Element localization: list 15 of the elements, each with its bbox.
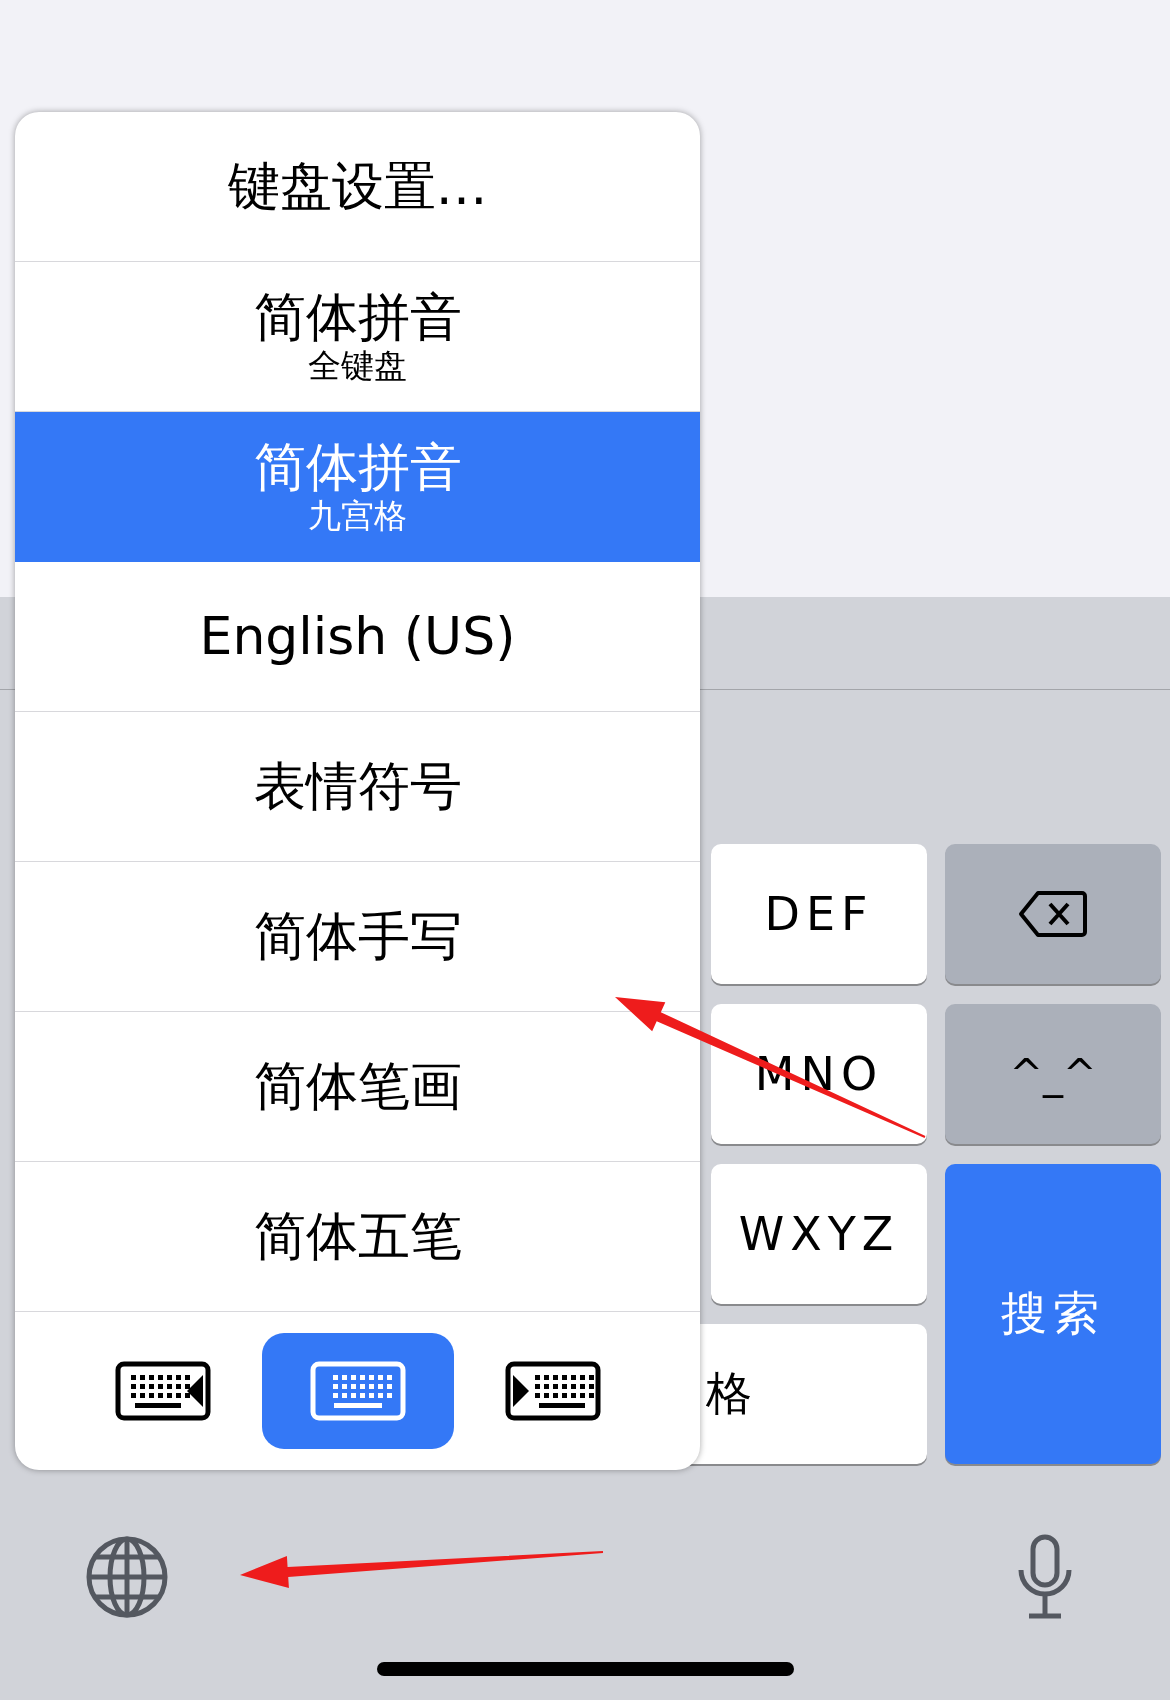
globe-icon[interactable] [85, 1535, 169, 1619]
menu-item[interactable]: 简体五笔 [15, 1162, 700, 1312]
keyboard-icon [504, 1361, 601, 1421]
menu-item[interactable]: 键盘设置… [15, 112, 700, 262]
keyboard-icon [309, 1361, 406, 1421]
keyboard-icon [114, 1361, 211, 1421]
key[interactable]: DEF [711, 844, 927, 984]
menu-item[interactable]: English (US) [15, 562, 700, 712]
delete-key[interactable] [945, 844, 1161, 984]
search-key[interactable]: 搜索 [945, 1164, 1161, 1464]
delete-icon [1018, 889, 1088, 939]
key[interactable]: WXYZ [711, 1164, 927, 1304]
emoticon-key[interactable]: ^_^ [945, 1004, 1161, 1144]
menu-item[interactable]: 简体拼音 九宫格 [15, 412, 700, 562]
menu-item[interactable]: 表情符号 [15, 712, 700, 862]
